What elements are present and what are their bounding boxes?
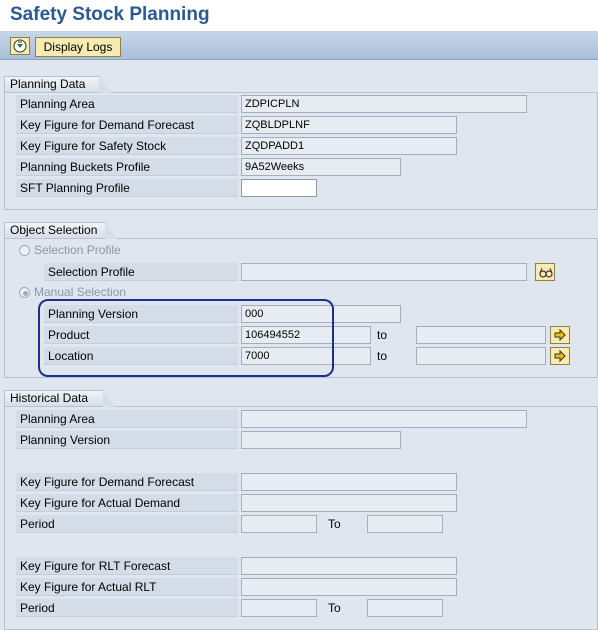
execute-icon	[13, 39, 27, 53]
kf-safety-stock-label: Key Figure for Safety Stock	[16, 137, 238, 155]
hist-kf-actual-demand-label: Key Figure for Actual Demand	[16, 494, 238, 512]
selection-profile-radio[interactable]	[19, 245, 30, 256]
location-to-field	[416, 347, 546, 365]
buckets-profile-label: Planning Buckets Profile	[16, 158, 238, 176]
manual-selection-radio[interactable]	[19, 287, 30, 298]
object-selection-title: Object Selection	[4, 222, 117, 239]
highlight-outline	[38, 299, 334, 377]
kf-safety-stock-field: ZQDPADD1	[241, 137, 457, 155]
hist-kf-rlt-forecast-label: Key Figure for RLT Forecast	[16, 557, 238, 575]
sft-profile-label: SFT Planning Profile	[16, 179, 238, 197]
selection-profile-radio-label: Selection Profile	[34, 243, 121, 257]
product-multiple-selection-button[interactable]	[550, 326, 570, 344]
hist-kf-demand-forecast-field	[241, 473, 457, 491]
page-title: Safety Stock Planning	[10, 4, 210, 25]
arrow-right-icon	[554, 329, 566, 341]
product-to-field	[416, 326, 546, 344]
hist-kf-rlt-forecast-field	[241, 557, 457, 575]
hist-planning-area-label: Planning Area	[16, 410, 238, 428]
hist-kf-actual-rlt-field	[241, 578, 457, 596]
planning-data-title: Planning Data	[4, 76, 111, 93]
historical-data-title: Historical Data	[4, 390, 115, 407]
arrow-right-icon	[554, 350, 566, 362]
hist-kf-actual-demand-field	[241, 494, 457, 512]
hist-planning-version-label: Planning Version	[16, 431, 238, 449]
selection-profile-label: Selection Profile	[44, 263, 238, 281]
planning-area-label: Planning Area	[16, 95, 238, 113]
display-logs-button[interactable]: Display Logs	[35, 37, 121, 57]
hist-period1-to-field	[367, 515, 443, 533]
buckets-profile-field: 9A52Weeks	[241, 158, 401, 176]
execute-button[interactable]	[10, 37, 30, 55]
hist-kf-actual-rlt-label: Key Figure for Actual RLT	[16, 578, 238, 596]
kf-demand-forecast-label: Key Figure for Demand Forecast	[16, 116, 238, 134]
manual-selection-radio-label: Manual Selection	[34, 285, 127, 299]
hist-period2-from-field	[241, 599, 317, 617]
product-to-label: to	[377, 328, 388, 342]
hist-planning-version-field	[241, 431, 401, 449]
hist-planning-area-field	[241, 410, 527, 428]
location-to-label: to	[377, 349, 388, 363]
selection-profile-glasses-button[interactable]	[535, 263, 555, 281]
glasses-icon	[539, 267, 553, 278]
selection-profile-field	[241, 263, 527, 281]
hist-period2-to-field	[367, 599, 443, 617]
location-multiple-selection-button[interactable]	[550, 347, 570, 365]
hist-period2-label: Period	[16, 599, 238, 617]
hist-kf-demand-forecast-label: Key Figure for Demand Forecast	[16, 473, 238, 491]
kf-demand-forecast-field: ZQBLDPLNF	[241, 116, 457, 134]
hist-period1-to-label: To	[328, 517, 341, 531]
hist-period1-from-field	[241, 515, 317, 533]
hist-period1-label: Period	[16, 515, 238, 533]
hist-period2-to-label: To	[328, 601, 341, 615]
sft-profile-input[interactable]	[241, 179, 317, 197]
planning-area-field: ZDPICPLN	[241, 95, 527, 113]
